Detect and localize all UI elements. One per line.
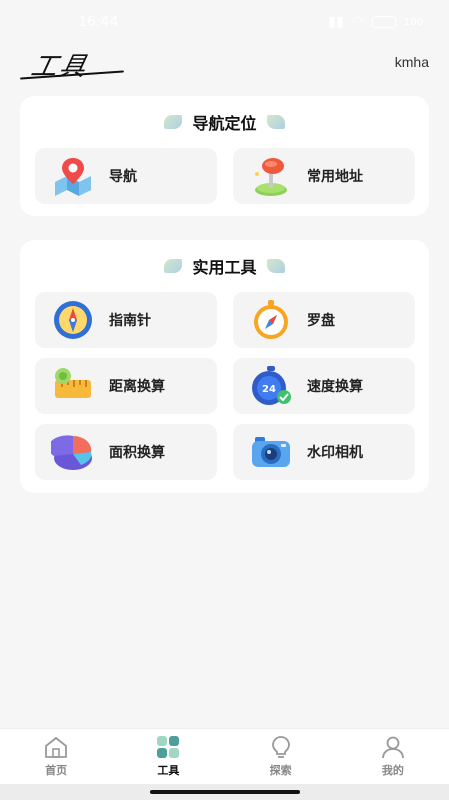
tile-compass-dial-label: 指南针 — [109, 313, 151, 329]
tile-distance-convert-label: 距离换算 — [109, 379, 165, 395]
leaf-decoration-icon — [266, 259, 285, 273]
tab-home[interactable]: 首页 — [0, 729, 112, 784]
tab-mine[interactable]: 我的 — [337, 729, 449, 784]
tools-section-title-text: 实用工具 — [192, 258, 257, 277]
header: 工具 kmha — [0, 44, 449, 94]
grid-icon — [157, 736, 180, 758]
tile-speed-convert[interactable]: 24 速度换算 — [233, 358, 415, 414]
tab-explore-label: 探索 — [269, 764, 292, 777]
tools-section-title: 实用工具 — [20, 240, 429, 292]
status-bar: 16:44 ▮▮ ◠ 100 — [0, 0, 449, 44]
status-icons: ▮▮ ◠ 100 — [328, 14, 423, 30]
tools-section-card: 实用工具 指南针 罗盘 距离换算 24 速度换算 面积换算 水印相机 — [20, 240, 429, 493]
tile-saved-address[interactable]: 常用地址 — [233, 148, 415, 204]
stopwatch-icon: 24 — [252, 366, 291, 405]
tools-grid: 指南针 罗盘 距离换算 24 速度换算 面积换算 水印相机 — [20, 292, 429, 480]
tile-speed-convert-label: 速度换算 — [307, 379, 363, 395]
tile-area-convert[interactable]: 面积换算 — [35, 424, 217, 480]
map-pin-icon — [55, 158, 91, 196]
tile-saved-address-label: 常用地址 — [307, 169, 363, 185]
leaf-decoration-icon — [164, 259, 183, 273]
tile-navigation[interactable]: 导航 — [35, 148, 217, 204]
user-icon — [381, 736, 404, 759]
tile-area-convert-label: 面积换算 — [109, 445, 165, 461]
svg-text:24: 24 — [262, 384, 276, 395]
home-indicator — [0, 784, 449, 800]
nav-section-title-text: 导航定位 — [192, 114, 257, 133]
tab-tools-label: 工具 — [157, 764, 180, 777]
nav-section-title: 导航定位 — [20, 96, 429, 148]
tile-distance-convert[interactable]: 距离换算 — [35, 358, 217, 414]
user-name[interactable]: kmha — [395, 54, 429, 70]
tile-compass-dial[interactable]: 指南针 — [35, 292, 217, 348]
leaf-decoration-icon — [266, 115, 285, 129]
pie-chart-icon — [51, 435, 92, 470]
nav-section-card: 导航定位 导航 常用地址 — [20, 96, 429, 216]
status-time: 16:44 — [78, 14, 119, 30]
home-bar[interactable] — [150, 790, 300, 794]
ruler-icon — [55, 368, 91, 398]
bottom-tab-bar: 首页 工具 探索 我的 — [0, 728, 449, 784]
battery-level: 100 — [403, 16, 423, 28]
tab-explore[interactable]: 探索 — [225, 729, 337, 784]
battery-icon — [371, 16, 396, 28]
leaf-decoration-icon — [164, 115, 183, 129]
nav-grid: 导航 常用地址 — [20, 148, 429, 204]
wifi-icon: ◠ — [351, 14, 364, 30]
camera-icon — [252, 437, 290, 467]
signal-icon: ▮▮ — [328, 14, 344, 30]
compass-icon — [254, 300, 288, 339]
tile-watermark-camera[interactable]: 水印相机 — [233, 424, 415, 480]
tab-home-label: 首页 — [45, 764, 68, 777]
tab-tools[interactable]: 工具 — [112, 729, 224, 784]
tile-compass[interactable]: 罗盘 — [233, 292, 415, 348]
page-logo: 工具 — [20, 46, 130, 86]
home-icon — [45, 737, 68, 758]
tile-watermark-camera-label: 水印相机 — [307, 445, 363, 461]
lightbulb-icon — [271, 736, 290, 758]
tab-mine-label: 我的 — [381, 764, 404, 777]
tile-compass-label: 罗盘 — [307, 313, 335, 329]
compass-dial-icon — [54, 301, 92, 339]
tile-navigation-label: 导航 — [109, 169, 137, 185]
push-pin-icon — [255, 158, 287, 196]
